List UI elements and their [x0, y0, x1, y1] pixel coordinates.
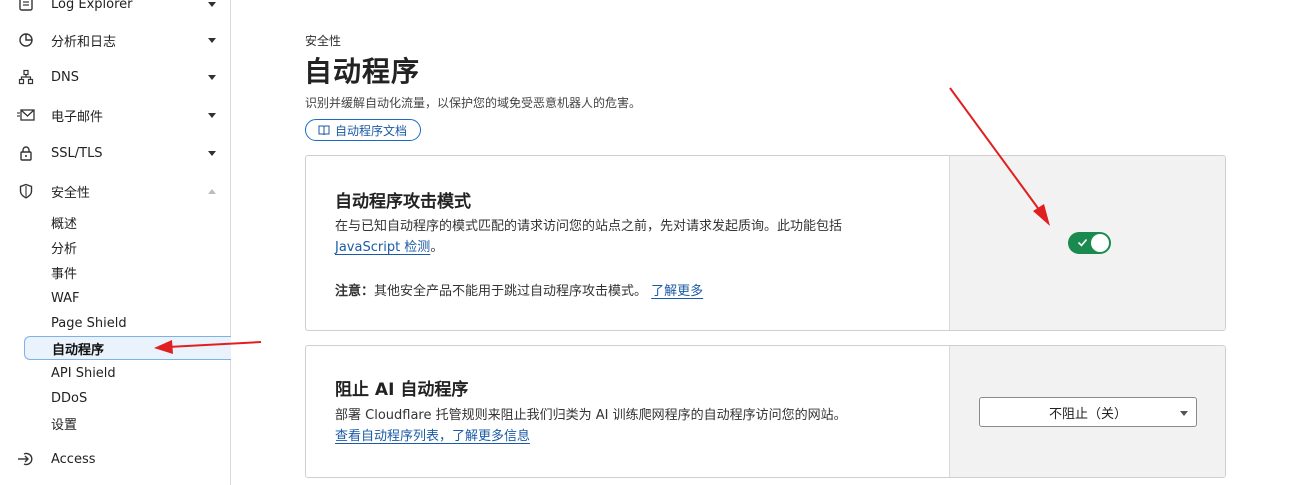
page-description: 识别并缓解自动化流量，以保护您的域免受恶意机器人的危害。 [305, 96, 642, 110]
login-icon [17, 450, 35, 468]
note-label: 注意： [335, 284, 375, 299]
sidebar-sub-ddos[interactable]: DDoS [24, 386, 231, 410]
chevron-down-icon [208, 150, 216, 156]
sidebar: Log Explorer 分析和日志 DNS 电子邮件 SSL/TLS 安全性 [0, 0, 231, 485]
sidebar-item-label: DNS [51, 69, 79, 85]
shield-icon [17, 182, 35, 200]
log-icon [17, 0, 35, 13]
card-description: 在与已知自动程序的模式匹配的请求访问您的站点之前，先对请求发起质询。此功能包括 … [335, 216, 842, 258]
book-icon [318, 124, 330, 136]
description-text: 在与已知自动程序的模式匹配的请求访问您的站点之前，先对请求发起质询。此功能包括 [335, 219, 843, 234]
sidebar-item-label: Access [51, 451, 96, 467]
card-title: 自动程序攻击模式 [335, 192, 471, 212]
check-icon [1077, 238, 1088, 247]
sidebar-sub-settings[interactable]: 设置 [24, 411, 231, 435]
sidebar-sub-bots[interactable]: 自动程序 [24, 336, 231, 360]
sidebar-item-email[interactable]: 电子邮件 [0, 100, 231, 130]
sidebar-item-label: 电子邮件 [51, 109, 104, 125]
sidebar-sub-events[interactable]: 事件 [24, 260, 231, 284]
page-title: 自动程序 [304, 55, 421, 88]
card-note: 注意：其他安全产品不能用于跳过自动程序攻击模式。 了解更多 [335, 281, 703, 302]
sidebar-item-log-explorer[interactable]: Log Explorer [0, 0, 231, 19]
network-icon [17, 68, 35, 86]
block-ai-bots-select[interactable]: 不阻止（关） [979, 397, 1197, 427]
chevron-down-icon [208, 37, 216, 43]
lock-icon [17, 144, 35, 162]
chevron-down-icon [208, 112, 216, 118]
sidebar-item-ssl-tls[interactable]: SSL/TLS [0, 138, 231, 168]
sidebar-item-label: 安全性 [51, 185, 91, 201]
bot-fight-mode-toggle[interactable] [1068, 232, 1111, 254]
sidebar-item-analytics[interactable]: 分析和日志 [0, 25, 231, 55]
chevron-up-icon [208, 188, 216, 194]
docs-link-button[interactable]: 自动程序文档 [305, 119, 422, 141]
sidebar-sub-overview[interactable]: 概述 [24, 210, 231, 234]
description-end: 。 [430, 240, 444, 255]
note-text: 其他安全产品不能用于跳过自动程序攻击模式。 [374, 284, 648, 299]
view-bot-list-link[interactable]: 查看自动程序列表，了解更多信息 [335, 429, 530, 444]
description-text: 部署 Cloudflare 托管规则来阻止我们归类为 AI 训练爬网程序的自动程… [335, 408, 847, 423]
sidebar-item-dns[interactable]: DNS [0, 62, 231, 92]
sidebar-item-security[interactable]: 安全性 [0, 176, 231, 206]
card-description: 部署 Cloudflare 托管规则来阻止我们归类为 AI 训练爬网程序的自动程… [335, 405, 847, 447]
caret-down-icon [1180, 411, 1188, 416]
sidebar-sub-analytics[interactable]: 分析 [24, 235, 231, 259]
sidebar-sub-page-shield[interactable]: Page Shield [24, 311, 231, 335]
chart-pie-icon [17, 31, 35, 49]
sidebar-sub-api-shield[interactable]: API Shield [24, 361, 231, 385]
breadcrumb: 安全性 [305, 34, 342, 48]
toggle-knob [1091, 234, 1109, 252]
chevron-down-icon [208, 1, 216, 7]
bot-fight-mode-card: 自动程序攻击模式 在与已知自动程序的模式匹配的请求访问您的站点之前，先对请求发起… [305, 155, 1226, 331]
learn-more-link[interactable]: 了解更多 [651, 284, 703, 299]
select-value: 不阻止（关） [1048, 406, 1127, 422]
card-title: 阻止 AI 自动程序 [335, 380, 469, 400]
sidebar-item-label: Log Explorer [51, 0, 133, 12]
chevron-down-icon [208, 74, 216, 80]
sidebar-item-label: 分析和日志 [51, 34, 117, 50]
javascript-detections-link[interactable]: JavaScript 检测 [335, 240, 430, 255]
sidebar-sub-waf[interactable]: WAF [24, 286, 231, 310]
sidebar-item-access[interactable]: Access [0, 444, 231, 474]
sidebar-item-label: SSL/TLS [51, 145, 103, 161]
docs-link-label: 自动程序文档 [335, 123, 408, 138]
mail-icon [17, 106, 35, 124]
block-ai-bots-card: 阻止 AI 自动程序 部署 Cloudflare 托管规则来阻止我们归类为 AI… [305, 345, 1226, 478]
